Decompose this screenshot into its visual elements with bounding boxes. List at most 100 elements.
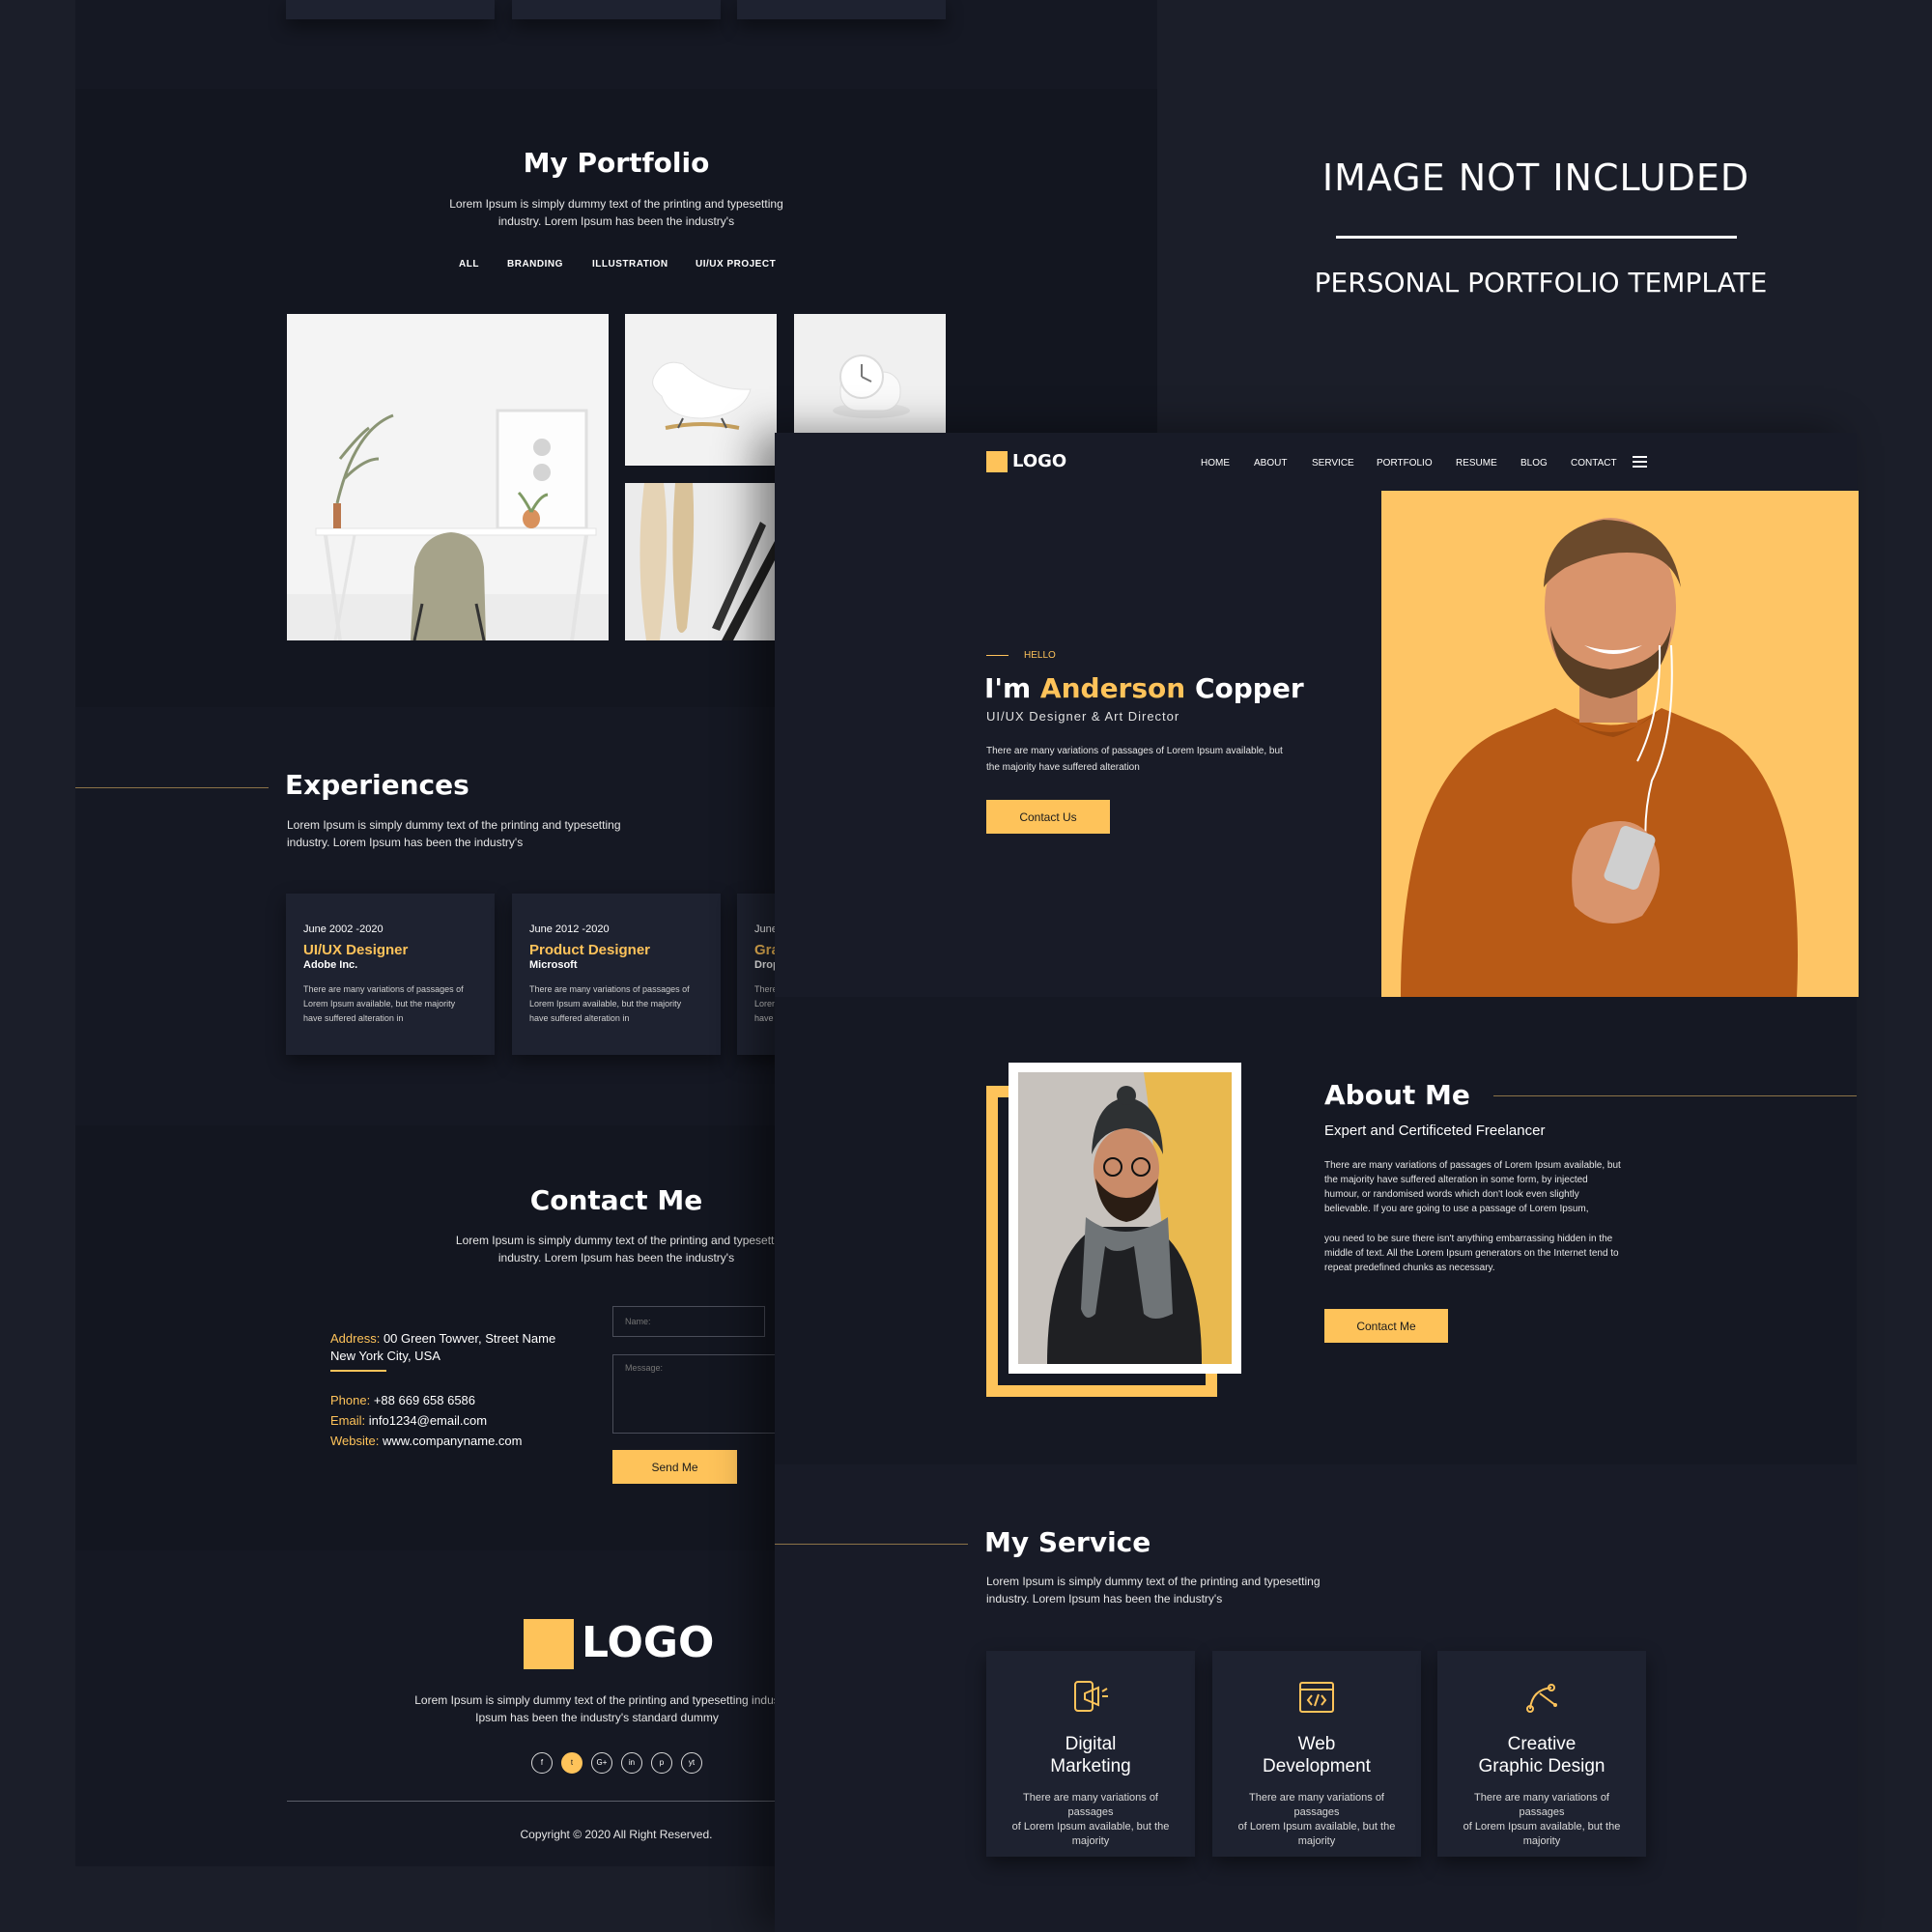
service-description: There are many variations of passages of… [1004, 1791, 1178, 1849]
footer-logo-square [524, 1619, 574, 1669]
service-description-line: Lorem Ipsum is simply dummy text of the … [986, 1575, 1321, 1588]
pinterest-icon[interactable]: p [651, 1752, 672, 1774]
service-description-line: of Lorem Ipsum available, but the [1237, 1821, 1396, 1833]
contact-us-button[interactable]: Contact Us [986, 800, 1110, 834]
address-line2: New York City, USA [330, 1349, 440, 1363]
service-description-line: There are many variations of passages [1248, 1792, 1384, 1818]
nav-about[interactable]: ABOUT [1254, 458, 1287, 469]
google-plus-icon[interactable]: G+ [591, 1752, 612, 1774]
portfolio-title: My Portfolio [523, 147, 710, 179]
address-label: Address: [330, 1331, 381, 1346]
experience-description-line: There are many variations of passages of [529, 984, 690, 994]
nav-contact[interactable]: CONTACT [1571, 458, 1617, 469]
about-paragraph-line: believable. If you are going to use a pa… [1324, 1204, 1589, 1214]
menu-icon[interactable] [1633, 456, 1647, 468]
address-underline [330, 1370, 386, 1372]
nav-home[interactable]: HOME [1201, 458, 1230, 469]
about-paragraph-line: There are many variations of passages of… [1324, 1160, 1621, 1171]
experiences-description: Lorem Ipsum is simply dummy text of the … [287, 816, 693, 851]
code-icon [1299, 1682, 1334, 1713]
tab-all[interactable]: ALL [459, 259, 479, 270]
phone-label: Phone: [330, 1393, 371, 1407]
hero-greeting: I'm [984, 672, 1032, 704]
nav-service[interactable]: SERVICE [1312, 458, 1354, 469]
nav-portfolio[interactable]: PORTFOLIO [1377, 458, 1433, 469]
bezier-pen-icon [1526, 1684, 1557, 1713]
email-value[interactable]: info1234@email.com [369, 1413, 487, 1428]
card-remnant [512, 0, 721, 19]
message-field[interactable] [612, 1354, 786, 1434]
contact-address: Address: 00 Green Towver, Street Name Ne… [330, 1330, 555, 1365]
hero-eyebrow: HELLO [1024, 650, 1056, 661]
service-description: Lorem Ipsum is simply dummy text of the … [986, 1573, 1392, 1607]
contact-description: Lorem Ipsum is simply dummy text of the … [423, 1232, 810, 1266]
linkedin-icon[interactable]: in [621, 1752, 642, 1774]
nav-blog[interactable]: BLOG [1520, 458, 1548, 469]
portfolio-image-clock[interactable] [794, 314, 946, 433]
contact-email: Email: info1234@email.com [330, 1413, 487, 1428]
experience-description-line: Lorem Ipsum available, but the majority [303, 999, 456, 1009]
name-field[interactable] [612, 1306, 765, 1337]
twitter-icon[interactable]: t [561, 1752, 582, 1774]
service-title: My Service [984, 1526, 1151, 1558]
service-card-creative-graphic-design[interactable]: Creative Graphic Design There are many v… [1437, 1651, 1646, 1857]
contact-me-button[interactable]: Contact Me [1324, 1309, 1448, 1343]
experience-description: There are many variations of passages of… [529, 982, 713, 1026]
banner-divider [1336, 236, 1737, 239]
tab-illustration[interactable]: ILLUSTRATION [592, 259, 668, 270]
hero-portrait [1381, 491, 1859, 997]
hero-text-line: the majority have suffered alteration [986, 762, 1140, 773]
experience-description-line: There are many variations of passages of [303, 984, 464, 994]
footer-text-line: Lorem Ipsum is simply dummy text of the … [414, 1693, 780, 1707]
experience-card: June 2012 -2020 Product Designer Microso… [512, 894, 721, 1055]
service-title-line: Marketing [1050, 1756, 1131, 1776]
service-title: Web Development [1212, 1733, 1421, 1777]
hero-text: There are many variations of passages of… [986, 743, 1334, 776]
service-card-digital-marketing[interactable]: Digital Marketing There are many variati… [986, 1651, 1195, 1857]
service-title: Digital Marketing [986, 1733, 1195, 1777]
card-remnant [737, 0, 946, 19]
send-button[interactable]: Send Me [612, 1450, 737, 1484]
footer-text: Lorem Ipsum is simply dummy text of the … [396, 1691, 798, 1726]
about-divider [1493, 1095, 1857, 1096]
service-title-line: Development [1263, 1756, 1371, 1776]
nav-resume[interactable]: RESUME [1456, 458, 1497, 469]
experience-description: There are many variations of passages of… [303, 982, 487, 1026]
experience-role: Product Designer [529, 942, 651, 958]
website-value[interactable]: www.companyname.com [383, 1434, 523, 1448]
portfolio-description-line: Lorem Ipsum is simply dummy text of the … [449, 197, 783, 211]
hero-heading: I'm Anderson Copper [984, 672, 1304, 704]
service-card-web-development[interactable]: Web Development There are many variation… [1212, 1651, 1421, 1857]
experience-description-line: Lorem Ipsum available, but the majority [529, 999, 682, 1009]
youtube-icon[interactable]: yt [681, 1752, 702, 1774]
footer-divider [287, 1801, 780, 1802]
experiences-description-line: industry. Lorem Ipsum has been the indus… [287, 836, 524, 849]
about-paragraph-line: you need to be sure there isn't anything… [1324, 1234, 1613, 1244]
about-paragraph-1: There are many variations of passages of… [1324, 1158, 1672, 1216]
hello-line [986, 655, 1009, 656]
phone-value: +88 669 658 6586 [373, 1393, 476, 1407]
experiences-title: Experiences [285, 769, 469, 801]
experience-company: Adobe Inc. [303, 959, 358, 971]
nav-logo-square [986, 451, 1008, 472]
contact-title: Contact Me [529, 1184, 703, 1216]
portfolio-image-chair[interactable] [625, 314, 777, 466]
tab-branding[interactable]: BRANDING [507, 259, 563, 270]
service-title-line: Digital [1065, 1734, 1117, 1754]
megaphone-icon [1074, 1681, 1108, 1712]
banner-heading: IMAGE NOT INCLUDED [1321, 156, 1750, 199]
about-section [775, 997, 1857, 1464]
service-description-line: of Lorem Ipsum available, but the [1463, 1821, 1621, 1833]
portfolio-description-line: industry. Lorem Ipsum has been the indus… [497, 214, 735, 228]
facebook-icon[interactable]: f [531, 1752, 553, 1774]
contact-website: Website: www.companyname.com [330, 1434, 522, 1448]
copyright: Copyright © 2020 All Right Reserved. [520, 1828, 713, 1841]
footer-text-line: Ipsum has been the industry's standard d… [475, 1711, 719, 1724]
service-title-line: Graphic Design [1478, 1756, 1605, 1776]
footer-logo-text: LOGO [582, 1618, 715, 1667]
card-remnant [286, 0, 495, 19]
portfolio-image-wood[interactable] [625, 483, 775, 640]
portfolio-image-desk[interactable] [287, 314, 609, 640]
experience-role: UI/UX Designer [303, 942, 409, 958]
tab-uiux-project[interactable]: UI/UX PROJECT [696, 259, 776, 270]
